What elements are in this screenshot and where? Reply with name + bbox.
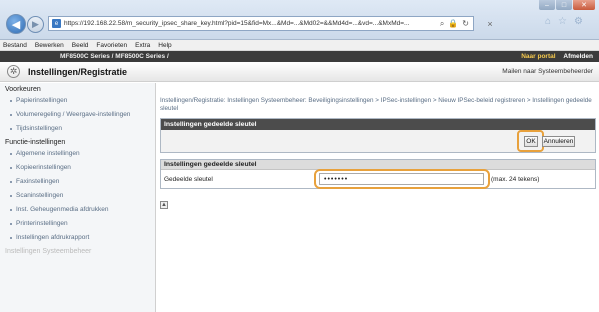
sidebar-section-systeembeheer: Instellingen Systeembeheer (5, 248, 92, 255)
shared-key-label: Gedeelde sleutel (164, 175, 213, 183)
mail-admin-link[interactable]: Mailen naar Systeembeheerder (502, 68, 593, 75)
sidebar-item-label: Papierinstellingen (16, 97, 68, 104)
favicon-icon: e (52, 19, 61, 28)
window-close-button[interactable]: ✕ (573, 0, 595, 10)
page-title: Instellingen/Registratie (28, 66, 128, 77)
menu-bestand[interactable]: Bestand (3, 42, 27, 49)
maximize-button[interactable]: □ (556, 0, 572, 10)
sidebar-item-label: Scaninstellingen (16, 192, 64, 199)
gear-icon[interactable]: ⚙ (574, 16, 583, 27)
url-text: https://192.168.22.58/m_security_ipsec_s… (64, 20, 410, 27)
bullet-icon (10, 195, 12, 197)
search-icon[interactable]: ⌕ (440, 19, 444, 29)
sidebar-item-scan[interactable]: Scaninstellingen (0, 189, 155, 203)
sidebar-section-voorkeuren: Voorkeuren (5, 86, 41, 93)
sidebar-item-label: Faxinstellingen (16, 178, 60, 185)
sidebar-item-afdrukrapport[interactable]: Instellingen afdrukrapport (0, 231, 155, 245)
main-content: Instellingen/Registratie: Instellingen S… (160, 83, 596, 209)
back-icon[interactable]: ◀ (6, 14, 26, 34)
sidebar-item-label: Volumeregeling / Weergave-instellingen (16, 111, 131, 118)
sidebar-item-label: Tijdsinstellingen (16, 125, 63, 132)
sidebar-item-algemeen[interactable]: Algemene instellingen (0, 147, 155, 161)
logout-link[interactable]: Afmelden (563, 53, 593, 60)
sidebar-item-volume[interactable]: Volumeregeling / Weergave-instellingen (0, 108, 155, 122)
sidebar-item-label: Algemene instellingen (16, 150, 80, 157)
sidebar-item-printer[interactable]: Printerinstellingen (0, 217, 155, 231)
bullet-icon (10, 237, 12, 239)
star-icon[interactable]: ☆ (558, 16, 567, 27)
sidebar-item-label: Printerinstellingen (16, 220, 68, 227)
max-length-hint: (max. 24 tekens) (491, 175, 540, 183)
lock-icon[interactable]: 🔒 (448, 19, 458, 29)
shared-key-input[interactable]: ••••••• (319, 173, 484, 185)
sidebar: Voorkeuren Papierinstellingen Volumerege… (0, 83, 156, 312)
shared-key-settings: Instellingen gedeelde sleutel Gedeelde s… (160, 159, 596, 189)
browser-toolbar: – □ ✕ ◀ ▶ e https://192.168.22.58/m_secu… (0, 0, 599, 40)
shared-key-panel: Instellingen gedeelde sleutel OK Annuler… (160, 118, 596, 153)
minimize-button[interactable]: – (539, 0, 555, 10)
sidebar-item-fax[interactable]: Faxinstellingen (0, 175, 155, 189)
ok-button[interactable]: OK (524, 136, 538, 147)
bullet-icon (10, 181, 12, 183)
sidebar-section-functie: Functie-instellingen (5, 139, 66, 146)
bullet-icon (10, 167, 12, 169)
sidebar-item-kopieer[interactable]: Kopieerinstellingen (0, 161, 155, 175)
sidebar-item-papier[interactable]: Papierinstellingen (0, 94, 155, 108)
sidebar-item-geheugenmedia[interactable]: Inst. Geheugenmedia afdrukken (0, 203, 155, 217)
menu-bewerken[interactable]: Bewerken (35, 42, 64, 49)
sidebar-item-label: Kopieerinstellingen (16, 164, 71, 171)
bullet-icon (10, 209, 12, 211)
refresh-icon[interactable]: ↻ (462, 19, 469, 29)
sidebar-item-tijd[interactable]: Tijdsinstellingen (0, 122, 155, 136)
forward-icon[interactable]: ▶ (27, 16, 44, 33)
menu-extra[interactable]: Extra (135, 42, 150, 49)
menu-bar: Bestand Bewerken Beeld Favorieten Extra … (0, 40, 599, 51)
panel-title: Instellingen gedeelde sleutel (161, 119, 595, 130)
bullet-icon (10, 114, 12, 116)
page-header: ✲ Instellingen/Registratie Mailen naar S… (0, 62, 599, 82)
menu-favorieten[interactable]: Favorieten (96, 42, 127, 49)
bullet-icon (10, 223, 12, 225)
cancel-button[interactable]: Annuleren (542, 136, 575, 147)
device-title: MF8500C Series / MF8500C Series / (60, 53, 169, 60)
action-bar: OK Annuleren (161, 130, 595, 152)
home-icon[interactable]: ⌂ (545, 16, 551, 27)
page-top-icon[interactable]: ▲ (160, 201, 168, 209)
settings-icon: ✲ (7, 65, 20, 78)
breadcrumb: Instellingen/Registratie: Instellingen S… (160, 97, 592, 112)
sidebar-item-label: Instellingen afdrukrapport (16, 234, 90, 241)
close-icon[interactable]: × (483, 16, 497, 31)
bullet-icon (10, 153, 12, 155)
sidebar-item-label: Inst. Geheugenmedia afdrukken (16, 206, 109, 213)
menu-beeld[interactable]: Beeld (72, 42, 89, 49)
window-controls: – □ ✕ (539, 0, 595, 10)
portal-link[interactable]: Naar portal (521, 53, 555, 60)
device-strip: MF8500C Series / MF8500C Series / Naar p… (0, 51, 599, 62)
menu-help[interactable]: Help (158, 42, 171, 49)
shared-key-row: Gedeelde sleutel ••••••• (max. 24 tekens… (161, 169, 595, 189)
bullet-icon (10, 128, 12, 130)
bullet-icon (10, 100, 12, 102)
address-bar[interactable]: e https://192.168.22.58/m_security_ipsec… (48, 16, 474, 31)
